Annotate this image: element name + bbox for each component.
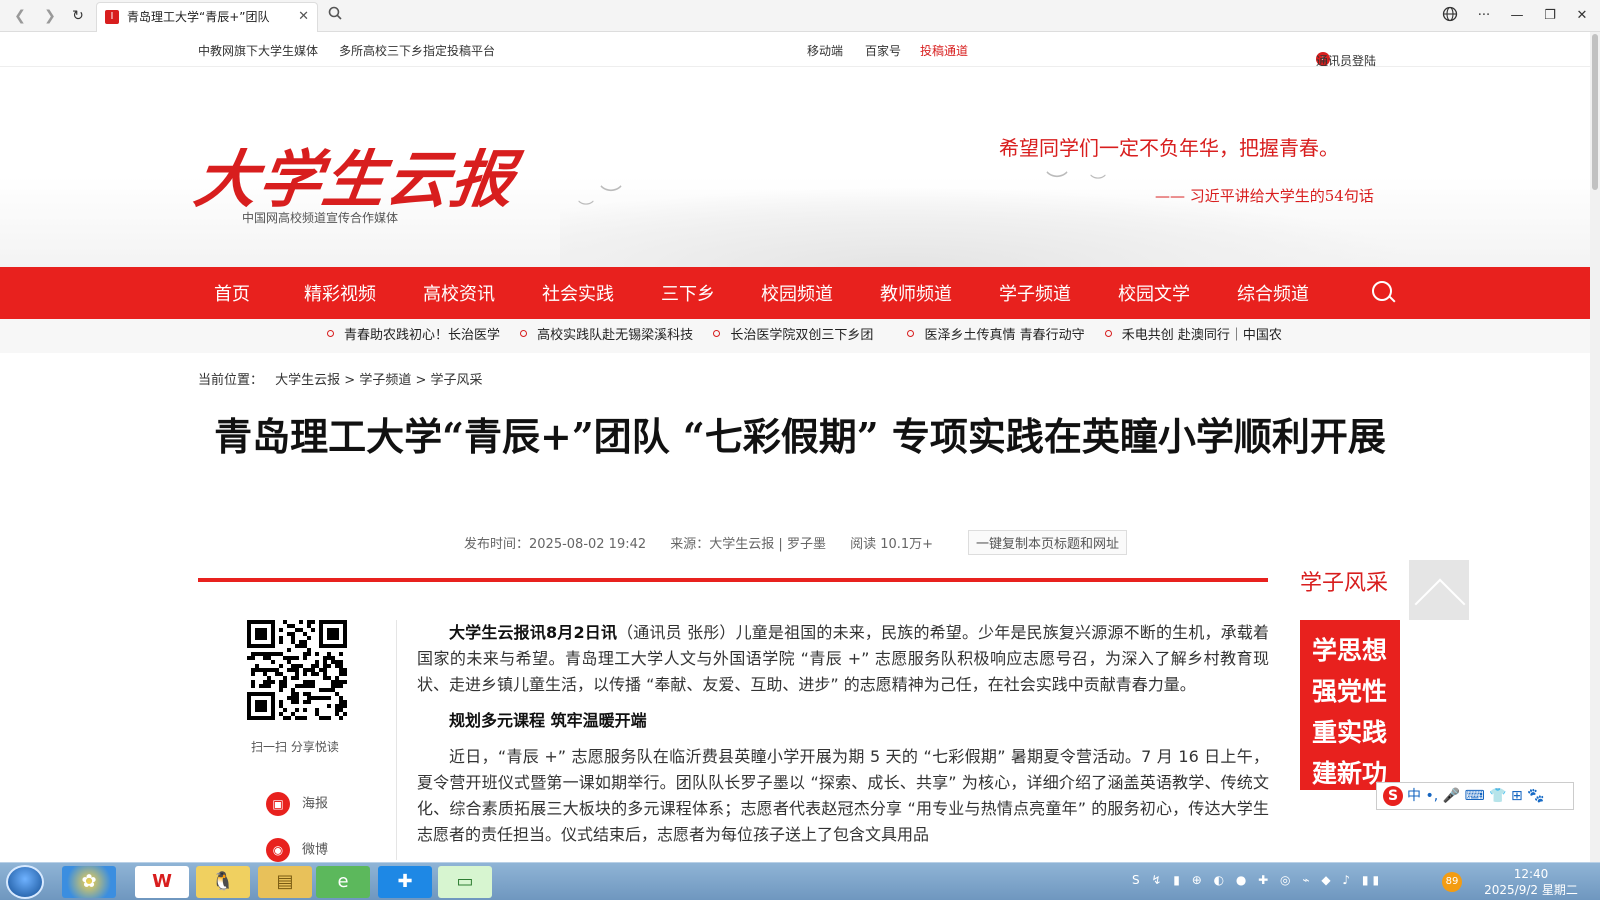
ime-status: 中 •, 🎤 ⌨ 👕 ⊞ 🐾	[1407, 788, 1545, 804]
header-slogan: 希望同学们一定不负年华，把握青春。	[999, 136, 1339, 160]
restore-icon[interactable]: ❐	[1538, 6, 1562, 26]
site-logo[interactable]: 大学生云报	[190, 129, 523, 219]
ticker-item[interactable]: 青春助农践初心！长治医学	[327, 319, 500, 353]
ime-toolbar[interactable]: S中 •, 🎤 ⌨ 👕 ⊞ 🐾	[1376, 782, 1574, 810]
clock-time: 12:40	[1513, 867, 1549, 881]
app-accessibility-icon[interactable]: ✚	[378, 866, 432, 898]
ticker-item[interactable]: 禾电共创 赴澳同行｜中国农	[1105, 319, 1282, 353]
logo-subtitle: 中国网高校频道宣传合作媒体	[242, 211, 399, 225]
system-tray-icons[interactable]: S ↯ ▮ ⊕ ◐ ● ✚ ◎ ⌁ ◆ ♪ ▮▮	[1132, 873, 1383, 887]
breadcrumb: 当前位置： 大学生云报 > 学子频道 > 学子风采	[198, 369, 482, 388]
ticker-item[interactable]: 长治医学院双创三下乡团	[713, 319, 873, 353]
share-weibo-button[interactable]: ◉ 微博	[266, 838, 328, 862]
share-weibo-label: 微博	[302, 842, 329, 858]
topbar-tagline: 中教网旗下大学生媒体	[198, 44, 319, 58]
taskbar-clock[interactable]: 12:40 2025/9/2 星期二	[1478, 866, 1584, 898]
share-qr-code	[247, 620, 347, 720]
browser-window: ❮ ❯ ↻ I 青岛理工大学“青辰+”团队 ✕ ··· — ❐ ✕ 中教网旗下大…	[0, 0, 1600, 900]
share-poster-button[interactable]: ▣ 海报	[266, 792, 328, 816]
more-menu-icon[interactable]: ···	[1472, 6, 1496, 26]
link-submit[interactable]: 投稿通道	[920, 42, 968, 59]
nav-item-teacher[interactable]: 教师频道	[880, 280, 952, 306]
article-title: 青岛理工大学“青辰+”团队 “七彩假期” 专项实践在英瞳小学顺利开展	[214, 414, 1386, 459]
link-baijiahao[interactable]: 百家号	[865, 42, 901, 59]
copy-title-url-button[interactable]: 一键复制本页标题和网址	[968, 530, 1128, 555]
sidebar-title: 学子风采	[1300, 571, 1389, 596]
weibo-icon: ◉	[266, 838, 290, 862]
page-scrollbar[interactable]	[1590, 32, 1600, 862]
nav-item-video[interactable]: 精彩视频	[304, 280, 376, 306]
browser-toolbar: ❮ ❯ ↻ I 青岛理工大学“青辰+”团队 ✕ ··· — ❐ ✕	[0, 0, 1600, 32]
nav-item-news[interactable]: 高校资讯	[423, 280, 495, 306]
header-slogan-source: —— 习近平讲给大学生的54句话	[1155, 187, 1374, 205]
article-subheading: 规划多元课程 筑牢温暖开端	[449, 711, 647, 730]
link-mobile[interactable]: 移动端	[807, 42, 843, 59]
app-photos-icon[interactable]: ✿	[62, 866, 116, 898]
bird-decoration-icon: ︶	[600, 185, 623, 210]
article-lead: 大学生云报讯8月2日讯	[449, 623, 618, 642]
app-browser-icon[interactable]: e	[316, 866, 370, 898]
qr-label: 扫一扫 分享悦读	[251, 740, 339, 754]
tab-title: 青岛理工大学“青辰+”团队	[127, 10, 270, 24]
article-body: 大学生云报讯8月2日讯（通讯员 张彤）儿童是祖国的未来，民族的希望。少年是民族复…	[417, 620, 1269, 858]
share-poster-label: 海报	[302, 796, 329, 812]
topbar-platform: 多所高校三下乡指定投稿平台	[339, 44, 496, 58]
back-to-top-icon[interactable]	[1409, 560, 1469, 620]
app-explorer-icon[interactable]: ▤	[258, 866, 312, 898]
back-icon[interactable]: ❮	[10, 6, 30, 26]
scrollbar-thumb[interactable]	[1592, 34, 1598, 190]
nav-item-literature[interactable]: 校园文学	[1118, 280, 1190, 306]
banner-line: 强党性	[1312, 677, 1388, 706]
article-source: 来源：大学生云报 | 罗子墨	[670, 537, 826, 552]
nav-item-practice[interactable]: 社会实践	[542, 280, 614, 306]
clock-date: 2025/9/2 星期二	[1484, 883, 1578, 897]
banner-line: 重实践	[1312, 718, 1388, 747]
image-icon: ▣	[266, 792, 290, 816]
tray-badge-icon[interactable]: 89	[1442, 872, 1462, 892]
ticker-item[interactable]: 医泽乡土传真情 青春行动守	[907, 319, 1084, 353]
banner-line: 学思想	[1312, 636, 1388, 665]
taskbar: ✿ W 🐧 ▤ e ✚ ▭ S ↯ ▮ ⊕ ◐ ● ✚ ◎ ⌁ ◆ ♪ ▮▮ 8…	[0, 862, 1600, 900]
forward-icon[interactable]: ❯	[40, 6, 60, 26]
app-chat-icon[interactable]: ▭	[438, 866, 492, 898]
main-nav: 首页 精彩视频 高校资讯 社会实践 三下乡 校园频道 教师频道 学子频道 校园文…	[0, 267, 1590, 327]
nav-item-campus[interactable]: 校园频道	[761, 280, 833, 306]
window-close-icon[interactable]: ✕	[1570, 6, 1594, 26]
nav-item-student[interactable]: 学子频道	[999, 280, 1071, 327]
ticker-item[interactable]: 高校实践队赴无锡梁溪科技	[520, 319, 693, 353]
bird-decoration-icon: ︶	[578, 199, 595, 218]
article-meta: 发布时间：2025-08-02 19:42 来源：大学生云报 | 罗子墨 阅读 …	[464, 533, 953, 552]
bird-decoration-icon: ︶	[1090, 173, 1107, 192]
minimize-icon[interactable]: —	[1505, 6, 1529, 26]
search-icon[interactable]	[324, 6, 346, 26]
sidebar-banner[interactable]: 学思想 强党性 重实践 建新功	[1300, 620, 1400, 790]
start-button-icon[interactable]	[6, 865, 44, 899]
read-count: 阅读 10.1万+	[850, 537, 934, 552]
app-wps-icon[interactable]: W	[135, 866, 189, 898]
article-paragraph: 近日，“青辰 +” 志愿服务队在临沂费县英瞳小学开展为期 5 天的 “七彩假期”…	[417, 747, 1269, 844]
sogou-ime-icon: S	[1383, 786, 1403, 806]
bird-decoration-icon: ︶	[1046, 171, 1069, 196]
breadcrumb-path[interactable]: 大学生云报 > 学子频道 > 学子风采	[275, 373, 482, 388]
publish-time: 发布时间：2025-08-02 19:42	[464, 537, 647, 552]
title-divider	[198, 578, 1268, 582]
favicon-icon: I	[105, 10, 119, 24]
site-header: ︶ ︶ ︶ ︶ 大学生云报 中国网高校频道宣传合作媒体 希望同学们一定不负年华，…	[0, 67, 1590, 267]
breadcrumb-label: 当前位置：	[198, 373, 264, 388]
nav-item-sanxiaxiang[interactable]: 三下乡	[661, 280, 715, 306]
nav-item-general[interactable]: 综合频道	[1237, 280, 1309, 306]
browser-tab-active[interactable]: I 青岛理工大学“青辰+”团队 ✕	[96, 2, 318, 32]
site-topbar: 中教网旗下大学生媒体 多所高校三下乡指定投稿平台 移动端 百家号 投稿通道 › 通…	[0, 32, 1590, 68]
share-divider	[396, 620, 397, 860]
globe-icon[interactable]	[1438, 6, 1462, 29]
article-paragraph: 大学生云报讯8月2日讯（通讯员 张彤）儿童是祖国的未来，民族的希望。少年是民族复…	[417, 620, 1269, 698]
app-qq-icon[interactable]: 🐧	[196, 866, 250, 898]
tab-close-icon[interactable]: ✕	[298, 3, 309, 31]
nav-search-icon[interactable]	[1372, 281, 1392, 301]
reload-icon[interactable]: ↻	[68, 6, 88, 26]
news-ticker: 青春助农践初心！长治医学 高校实践队赴无锡梁溪科技 长治医学院双创三下乡团 医泽…	[0, 319, 1590, 353]
nav-item-home[interactable]: 首页	[214, 280, 250, 306]
